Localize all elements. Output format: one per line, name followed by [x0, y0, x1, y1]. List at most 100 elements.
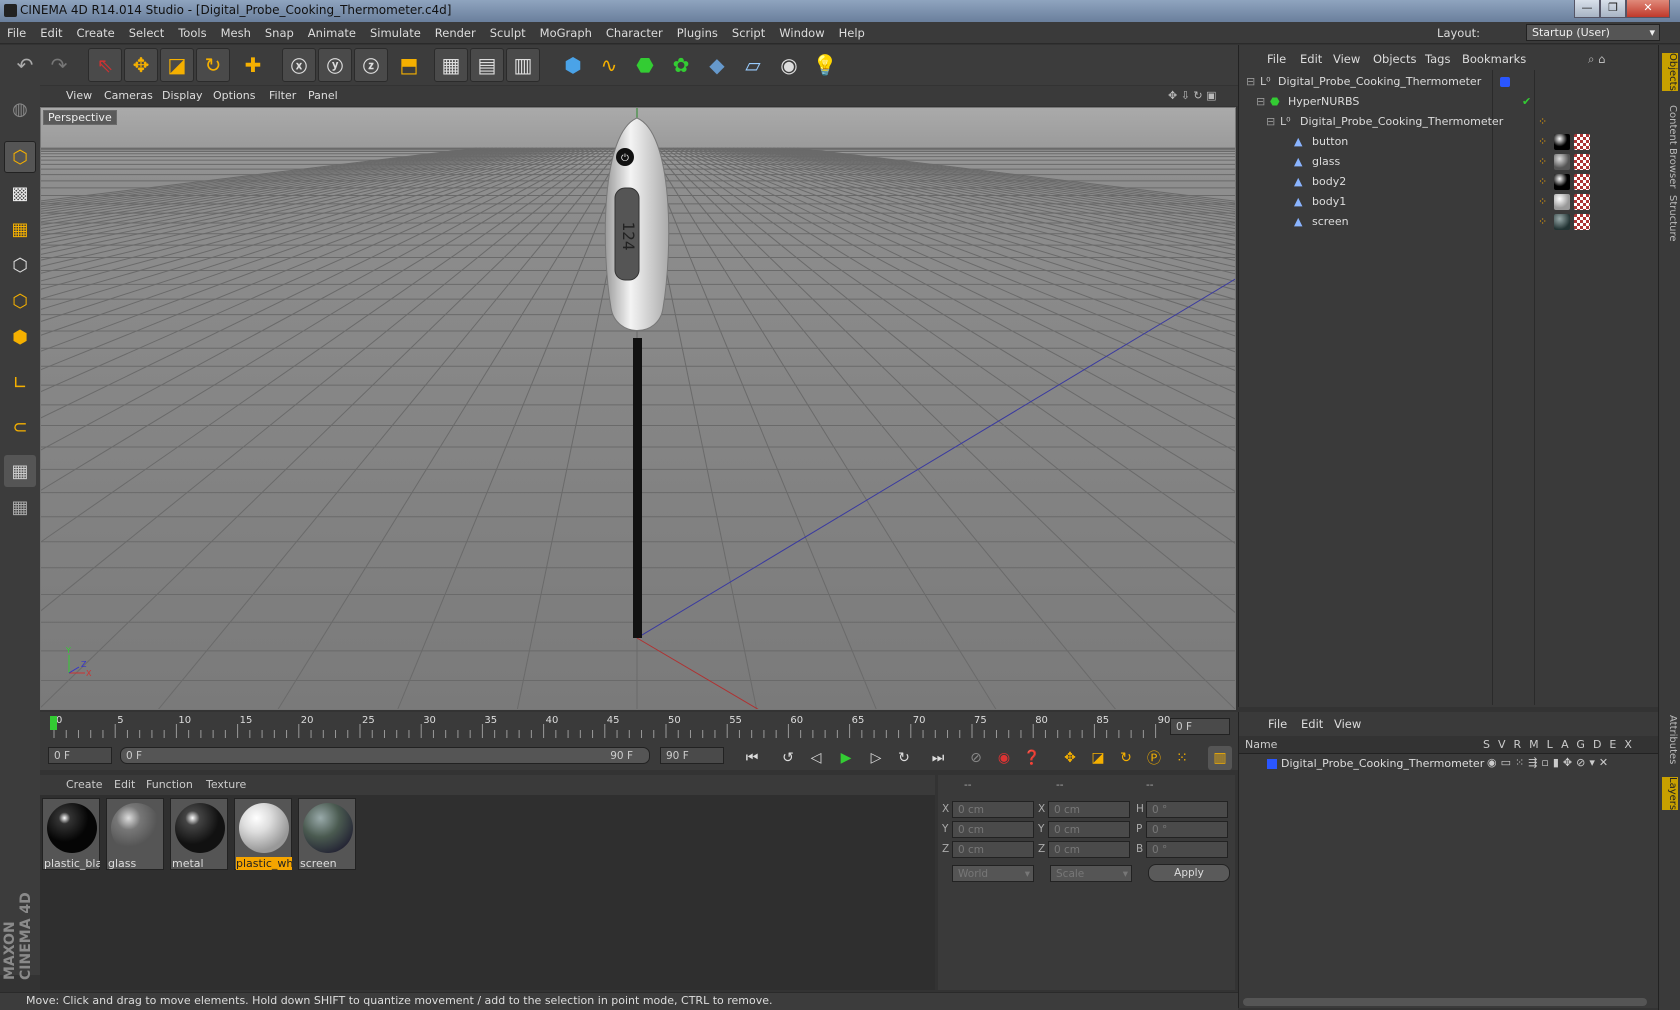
frame-range-slider[interactable]: 0 F 90 F [120, 747, 650, 764]
texture-tag-icon[interactable] [1574, 214, 1590, 230]
menu-plugins[interactable]: Plugins [670, 22, 725, 44]
obj-menu-view[interactable]: View [1333, 52, 1360, 66]
undo-icon[interactable]: ↶ [8, 48, 42, 82]
expand-icon[interactable]: ⊟ [1266, 112, 1275, 132]
next-key-icon[interactable]: ↻ [892, 746, 916, 770]
key-position-icon[interactable]: ✥ [1058, 746, 1082, 770]
position-y-field[interactable]: 0 cm [952, 821, 1034, 838]
previous-frame-icon[interactable]: ◁ [804, 746, 828, 770]
layer-flag-icons[interactable]: ◉▭⁙⇶▫▮✥⊘▾✕ [1487, 756, 1612, 769]
layer-menu-file[interactable]: File [1268, 717, 1287, 731]
key-rotation-icon[interactable]: ↻ [1114, 746, 1138, 770]
playhead[interactable] [50, 716, 57, 730]
viewport-menu-filter[interactable]: Filter [269, 89, 296, 102]
start-frame-field[interactable]: 0 F [48, 747, 112, 764]
edges-mode-icon[interactable]: ⬡ [4, 285, 36, 317]
go-to-start-icon[interactable]: ⏮ [740, 746, 764, 770]
rotation-p-field[interactable]: 0 ° [1146, 821, 1228, 838]
key-parameter-icon[interactable]: Ⓟ [1142, 746, 1166, 770]
z-axis-icon[interactable]: ⓩ [354, 48, 388, 82]
material-tag-icon[interactable] [1554, 154, 1570, 170]
tree-row[interactable]: ▲ glass ⁘ [1240, 152, 1658, 172]
material-swatch[interactable]: plastic_bla [42, 798, 100, 870]
material-tag-icon[interactable] [1554, 194, 1570, 210]
viewport-menu-view[interactable]: View [66, 89, 92, 102]
apply-button[interactable]: Apply [1148, 864, 1230, 882]
obj-menu-bookmarks[interactable]: Bookmarks [1462, 52, 1526, 66]
menu-mograph[interactable]: MoGraph [533, 22, 599, 44]
obj-menu-file[interactable]: File [1267, 52, 1286, 66]
position-z-field[interactable]: 0 cm [952, 841, 1034, 858]
size-y-field[interactable]: 0 cm [1048, 821, 1130, 838]
layer-color-icon[interactable] [1267, 759, 1277, 769]
viewport-menu-display[interactable]: Display [162, 89, 203, 102]
tree-row[interactable]: ▲ button ⁘ [1240, 132, 1658, 152]
coord-system-select[interactable]: World ▾ [952, 865, 1034, 882]
menu-mesh[interactable]: Mesh [214, 22, 258, 44]
move-icon[interactable]: ✥ [124, 48, 158, 82]
current-frame-field[interactable]: 0 F [1170, 718, 1230, 735]
obj-menu-objects[interactable]: Objects [1373, 52, 1416, 66]
layout-select[interactable]: Startup (User) ▾ [1526, 24, 1660, 41]
viewport-menu-panel[interactable]: Panel [308, 89, 338, 102]
menu-render[interactable]: Render [428, 22, 483, 44]
axis-mode-icon[interactable]: ∟ [4, 367, 36, 399]
phong-tag-icon[interactable]: ⁘ [1538, 212, 1547, 232]
material-tag-icon[interactable] [1554, 214, 1570, 230]
menu-character[interactable]: Character [599, 22, 670, 44]
expand-icon[interactable]: ⊟ [1246, 72, 1255, 92]
layer-menu-view[interactable]: View [1334, 717, 1361, 731]
previous-key-icon[interactable]: ↺ [776, 746, 800, 770]
timeline-window-icon[interactable]: ▥ [1208, 746, 1232, 770]
end-frame-field[interactable]: 90 F [660, 747, 724, 764]
horizontal-scrollbar[interactable] [1243, 998, 1647, 1006]
position-x-field[interactable]: 0 cm [952, 801, 1034, 818]
render-view-icon[interactable]: ▦ [434, 48, 468, 82]
tree-row[interactable]: ▲ body1 ⁘ [1240, 192, 1658, 212]
viewport-menu-options[interactable]: Options [213, 89, 255, 102]
search-icon[interactable]: ⌕ ⌂ [1588, 52, 1605, 67]
menu-select[interactable]: Select [122, 22, 171, 44]
tree-row[interactable]: ⊟ L⁰ Digital_Probe_Cooking_Thermometer ⁘ [1240, 112, 1658, 132]
scale-icon[interactable]: ◪ [160, 48, 194, 82]
render-settings-icon[interactable]: ▥ [506, 48, 540, 82]
add-icon[interactable]: ✚ [236, 48, 270, 82]
redo-icon[interactable]: ↷ [42, 48, 76, 82]
tree-row[interactable]: ⊟ L⁰ Digital_Probe_Cooking_Thermometer [1240, 72, 1658, 92]
render-picture-viewer-icon[interactable]: ▤ [470, 48, 504, 82]
maximize-button[interactable]: ❐ [1600, 0, 1626, 18]
tab-content-browser[interactable]: Content Browser [1662, 105, 1678, 188]
texture-tag-icon[interactable] [1574, 174, 1590, 190]
key-scale-icon[interactable]: ◪ [1086, 746, 1110, 770]
array-icon[interactable]: ✿ [664, 48, 698, 82]
light-icon[interactable]: 💡 [808, 48, 842, 82]
camera-icon[interactable]: ◉ [772, 48, 806, 82]
phong-tag-icon[interactable]: ⁘ [1538, 152, 1547, 172]
obj-menu-edit[interactable]: Edit [1300, 52, 1322, 66]
menu-window[interactable]: Window [772, 22, 831, 44]
next-frame-icon[interactable]: ▷ [864, 746, 888, 770]
autokey-icon[interactable]: ◉ [992, 746, 1016, 770]
rotate-icon[interactable]: ↻ [196, 48, 230, 82]
live-selection-icon[interactable]: ⇖ [88, 48, 122, 82]
mat-menu-texture[interactable]: Texture [206, 778, 246, 791]
viewport-perspective[interactable]: 124 ⏻ Y XZ Perspective [40, 107, 1236, 710]
x-axis-icon[interactable]: ⓧ [282, 48, 316, 82]
phong-tag-icon[interactable]: ⁘ [1538, 192, 1547, 212]
tweak-mode-icon[interactable]: ⊂ [4, 411, 36, 443]
tree-row[interactable]: ⊟ ⬣ HyperNURBS ✔ [1240, 92, 1658, 112]
menu-script[interactable]: Script [725, 22, 772, 44]
tree-row[interactable]: ▲ screen ⁘ [1240, 212, 1658, 232]
menu-create[interactable]: Create [70, 22, 122, 44]
mat-menu-edit[interactable]: Edit [114, 778, 135, 791]
keyframe-selection-icon[interactable]: ❓ [1020, 746, 1044, 770]
layer-row[interactable]: Digital_Probe_Cooking_Thermometer ◉▭⁙⇶▫▮… [1239, 755, 1659, 773]
make-editable-icon[interactable]: ◍ [4, 93, 36, 125]
snap-icon[interactable]: ▦ [4, 455, 36, 487]
floor-icon[interactable]: ▱ [736, 48, 770, 82]
texture-tag-icon[interactable] [1574, 194, 1590, 210]
menu-help[interactable]: Help [832, 22, 872, 44]
phong-tag-icon[interactable]: ⁘ [1538, 172, 1547, 192]
menu-sculpt[interactable]: Sculpt [483, 22, 533, 44]
size-z-field[interactable]: 0 cm [1048, 841, 1130, 858]
